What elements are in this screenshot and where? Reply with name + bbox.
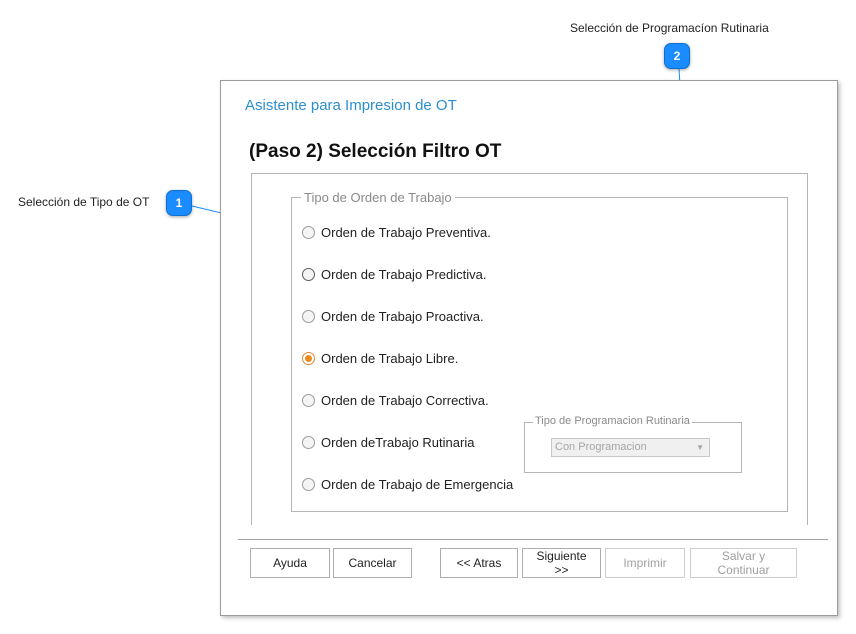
rutinaria-legend: Tipo de Programacion Rutinaria <box>533 415 692 427</box>
ot-type-legend: Tipo de Orden de Trabajo <box>301 190 455 205</box>
radio-button-icon[interactable] <box>302 226 315 239</box>
radio-label: Orden de Trabajo Predictiva. <box>321 267 487 282</box>
radio-correctiva[interactable]: Orden de Trabajo Correctiva. <box>302 393 489 408</box>
radio-label: Orden de Trabajo de Emergencia <box>321 477 514 492</box>
radio-label: Orden de Trabajo Proactiva. <box>321 309 484 324</box>
radio-emergencia[interactable]: Orden de Trabajo de Emergencia <box>302 477 513 492</box>
cancel-button[interactable]: Cancelar <box>333 548 412 578</box>
radio-preventiva[interactable]: Orden de Trabajo Preventiva. <box>302 225 491 240</box>
wizard-title: Asistente para Impresion de OT <box>245 97 457 114</box>
radio-button-icon[interactable] <box>302 310 315 323</box>
next-button[interactable]: Siguiente >> <box>522 548 601 578</box>
wizard-window: Asistente para Impresion de OT (Paso 2) … <box>220 80 838 616</box>
callout-1-badge: 1 <box>166 190 192 216</box>
radio-predictiva[interactable]: Orden de Trabajo Predictiva. <box>302 267 486 282</box>
callout-1-label: Selección de Tipo de OT <box>18 195 150 209</box>
button-separator <box>238 539 828 541</box>
callout-2-badge: 2 <box>664 43 690 69</box>
rutinaria-select[interactable]: Con Programacion ▼ <box>551 438 710 457</box>
radio-label: Orden de Trabajo Correctiva. <box>321 393 489 408</box>
rutinaria-select-value: Con Programacion <box>555 441 647 453</box>
print-button[interactable]: Imprimir <box>605 548 685 578</box>
save-continue-button[interactable]: Salvar y Continuar <box>690 548 797 578</box>
radio-rutinaria[interactable]: Orden deTrabajo Rutinaria <box>302 435 474 450</box>
radio-button-icon[interactable] <box>302 268 315 281</box>
radio-button-selected-icon[interactable] <box>302 352 315 365</box>
radio-label: Orden de Trabajo Libre. <box>321 351 459 366</box>
dropdown-arrow-icon[interactable]: ▼ <box>696 439 704 456</box>
radio-button-icon[interactable] <box>302 478 315 491</box>
step-title: (Paso 2) Selección Filtro OT <box>249 141 502 162</box>
radio-libre[interactable]: Orden de Trabajo Libre. <box>302 351 458 366</box>
radio-label: Orden deTrabajo Rutinaria <box>321 435 475 450</box>
callout-2-label: Selección de Programacíon Rutinaria <box>570 21 769 35</box>
radio-label: Orden de Trabajo Preventiva. <box>321 225 491 240</box>
radio-proactiva[interactable]: Orden de Trabajo Proactiva. <box>302 309 484 324</box>
help-button[interactable]: Ayuda <box>250 548 330 578</box>
radio-button-icon[interactable] <box>302 436 315 449</box>
back-button[interactable]: << Atras <box>440 548 518 578</box>
radio-button-icon[interactable] <box>302 394 315 407</box>
